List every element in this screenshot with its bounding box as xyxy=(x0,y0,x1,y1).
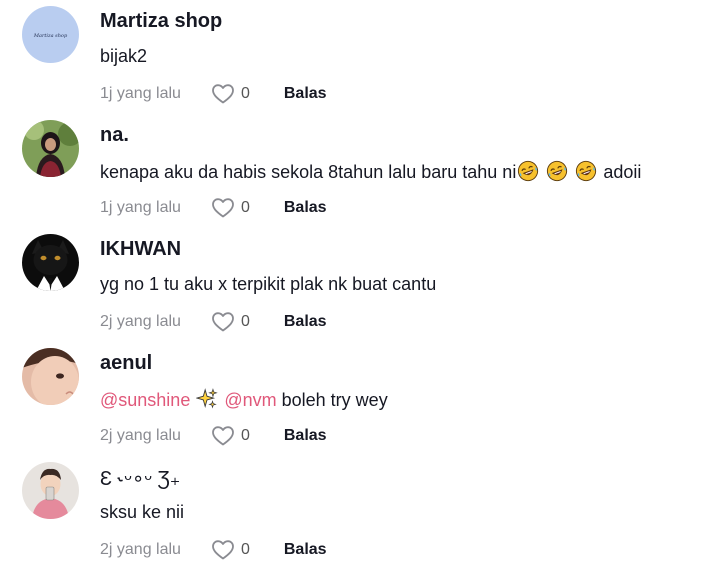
comment-text: bijak2 xyxy=(100,46,148,66)
comment-meta: 2j yang lalu 0 Balas xyxy=(100,422,327,450)
comment-meta: 1j yang lalu 0 Balas xyxy=(100,80,327,108)
avatar[interactable] xyxy=(22,348,79,405)
avatar-image xyxy=(22,348,79,405)
reply-button[interactable]: Balas xyxy=(284,541,327,559)
comment-username[interactable]: Ɛ ˞ᵕ∘ᵕ Ʒ₊ xyxy=(100,466,180,491)
comment-time: 1j yang lalu xyxy=(100,199,181,216)
heart-outline-icon xyxy=(211,310,235,334)
comment-username[interactable]: aenul xyxy=(100,352,152,375)
comment-meta: 2j yang lalu 0 Balas xyxy=(100,308,327,336)
rolling-on-floor-laughing-emoji xyxy=(546,160,568,182)
comment-item: aenul @sunshine @nvm boleh try wey 2j ya… xyxy=(0,348,726,466)
comment-time: 1j yang lalu xyxy=(100,85,181,102)
avatar-image xyxy=(22,462,79,519)
reply-button[interactable]: Balas xyxy=(284,85,327,103)
avatar-image xyxy=(22,120,79,177)
mention-link[interactable]: @sunshine xyxy=(100,390,190,410)
reply-button[interactable]: Balas xyxy=(284,199,327,217)
like-button[interactable]: 0 xyxy=(211,196,250,220)
comment-text-body: kenapa aku da habis sekola 8tahun lalu b… xyxy=(100,162,517,182)
avatar-image xyxy=(22,234,79,291)
comment-item: Ɛ ˞ᵕ∘ᵕ Ʒ₊ sksu ke nii 2j yang lalu 0 Bal… xyxy=(0,462,726,580)
rolling-on-floor-laughing-emoji xyxy=(517,160,539,182)
comment-meta: 1j yang lalu 0 Balas xyxy=(100,194,327,222)
comment-text: sksu ke nii xyxy=(100,502,185,522)
like-count: 0 xyxy=(240,427,250,444)
comment-username[interactable]: IKHWAN xyxy=(100,238,181,261)
avatar[interactable] xyxy=(22,120,79,177)
avatar-image: Martiza shop xyxy=(22,6,79,63)
like-button[interactable]: 0 xyxy=(211,310,250,334)
comment-meta: 2j yang lalu 0 Balas xyxy=(100,536,327,564)
sparkles-emoji xyxy=(196,388,218,410)
comment-text-tail: adoii xyxy=(603,162,642,182)
comment-item: na. kenapa aku da habis sekola 8tahun la… xyxy=(0,120,726,238)
comment-text-body: boleh try wey xyxy=(276,390,388,410)
like-button[interactable]: 0 xyxy=(211,424,250,448)
comment-item: IKHWAN yg no 1 tu aku x terpikit plak nk… xyxy=(0,234,726,352)
comment-username[interactable]: Martiza shop xyxy=(100,10,222,33)
rolling-on-floor-laughing-emoji xyxy=(575,160,597,182)
avatar[interactable] xyxy=(22,462,79,519)
like-count: 0 xyxy=(240,313,250,330)
like-count: 0 xyxy=(240,199,250,216)
heart-outline-icon xyxy=(211,424,235,448)
like-count: 0 xyxy=(240,541,250,558)
mention-link[interactable]: @nvm xyxy=(224,390,276,410)
reply-button[interactable]: Balas xyxy=(284,313,327,331)
comment-time: 2j yang lalu xyxy=(100,313,181,330)
heart-outline-icon xyxy=(211,82,235,106)
like-count: 0 xyxy=(240,85,250,102)
comment-time: 2j yang lalu xyxy=(100,427,181,444)
comment-text: @sunshine @nvm boleh try wey xyxy=(100,388,388,411)
comment-text: yg no 1 tu aku x terpikit plak nk buat c… xyxy=(100,274,437,294)
comment-item: Martiza shop Martiza shop bijak2 1j yang… xyxy=(0,6,726,124)
comment-text: kenapa aku da habis sekola 8tahun lalu b… xyxy=(100,160,641,183)
heart-outline-icon xyxy=(211,196,235,220)
avatar[interactable]: Martiza shop xyxy=(22,6,79,63)
comment-username[interactable]: na. xyxy=(100,124,129,147)
like-button[interactable]: 0 xyxy=(211,538,250,562)
comment-time: 2j yang lalu xyxy=(100,541,181,558)
reply-button[interactable]: Balas xyxy=(284,427,327,445)
avatar-logo-text: Martiza shop xyxy=(33,33,68,39)
like-button[interactable]: 0 xyxy=(211,82,250,106)
avatar[interactable] xyxy=(22,234,79,291)
heart-outline-icon xyxy=(211,538,235,562)
